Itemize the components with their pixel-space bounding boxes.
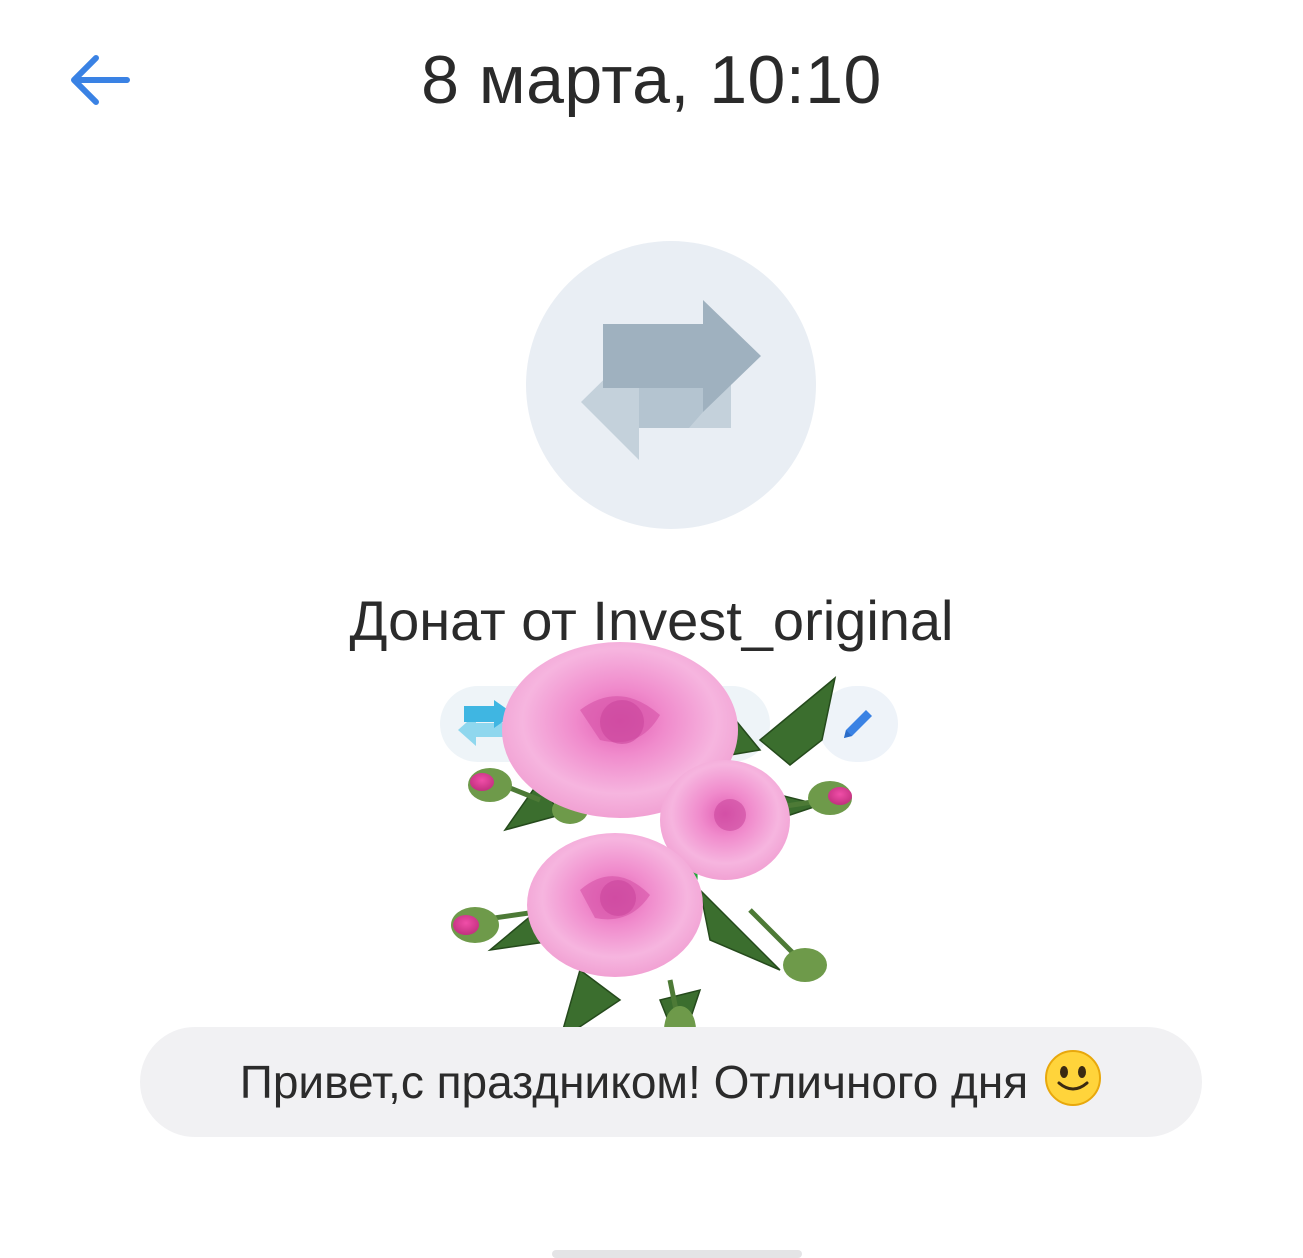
amount-currency: ₽: [640, 842, 702, 941]
transfer-arrows-icon: [581, 300, 761, 460]
home-indicator: [552, 1250, 802, 1258]
transfer-arrows-icon: [458, 700, 514, 746]
category-chip[interactable]: П: [440, 686, 770, 762]
operation-title: Донат от Invest_original: [349, 589, 954, 652]
page-title: 8 марта, 10:10: [421, 42, 882, 118]
category-label: П: [526, 702, 554, 745]
pencil-icon: [844, 710, 872, 738]
operation-avatar: [526, 241, 816, 529]
slightly-smiling-face-icon: [1045, 1050, 1102, 1106]
message-bubble: Привет,с праздником! Отличного дня: [140, 1027, 1202, 1137]
edit-category-button[interactable]: [818, 686, 898, 762]
message-text: Привет,с праздником! Отличного дня: [239, 1056, 1029, 1108]
